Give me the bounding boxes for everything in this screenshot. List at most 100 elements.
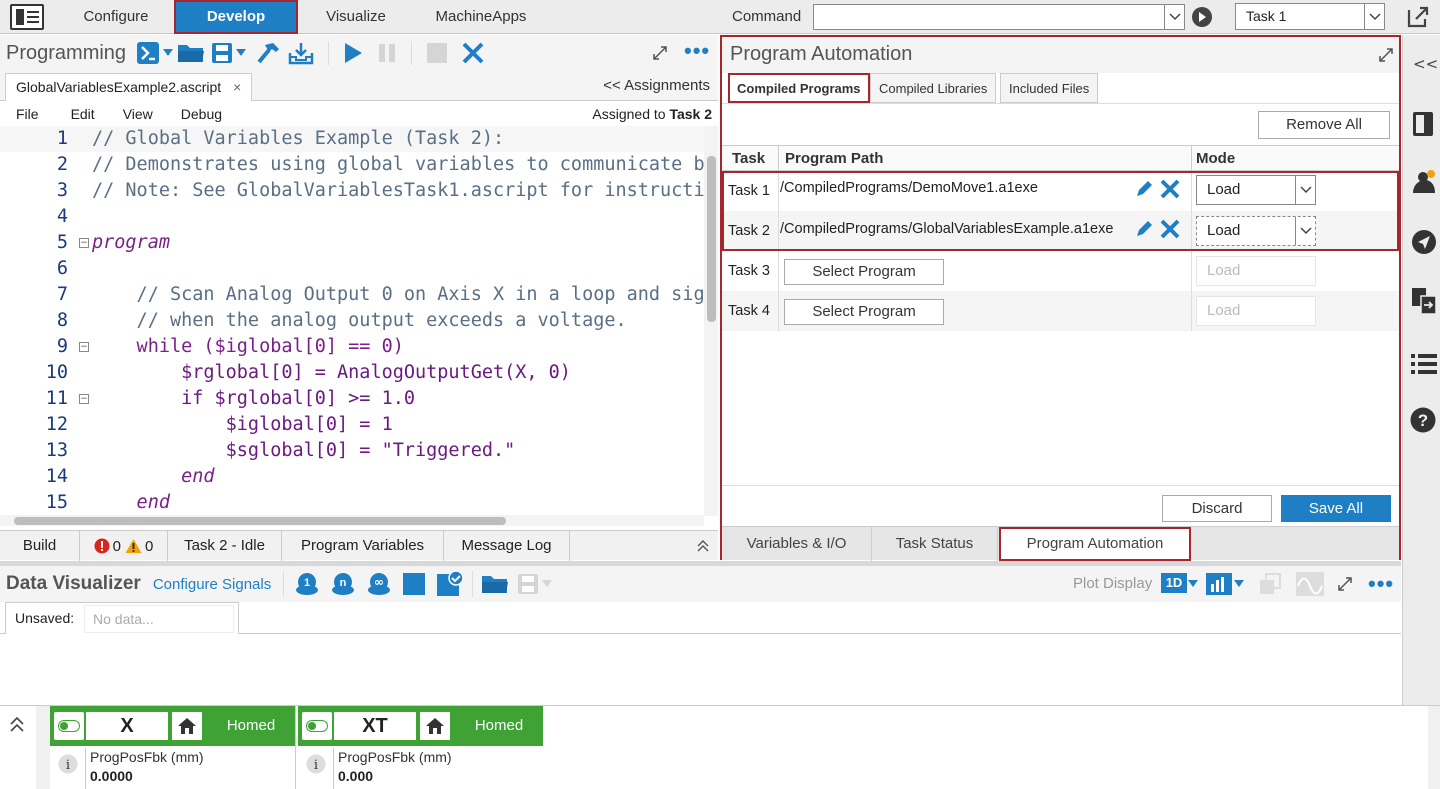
mode-select[interactable]: Load [1196,216,1316,246]
double-chevron-up-icon[interactable] [10,716,24,732]
home-icon[interactable] [172,712,202,740]
code-editor[interactable]: 1 // Global Variables Example (Task 2): 2… [0,126,718,526]
help-icon[interactable]: ? [1410,407,1436,433]
tab-program-automation[interactable]: Program Automation [999,527,1191,561]
scroll-right-icon[interactable] [1428,706,1440,789]
info-icon[interactable]: i [58,754,78,774]
tab-variables-io[interactable]: Variables & I/O [722,527,872,561]
collect-once-icon[interactable]: 1 [294,571,320,597]
discard-button[interactable]: Discard [1162,495,1272,522]
expand-icon[interactable] [652,45,668,61]
navigate-icon[interactable] [1411,229,1437,255]
program-variables-tab[interactable]: Program Variables [282,531,444,561]
horizontal-scrollbar[interactable] [0,515,704,526]
compile-icon[interactable] [136,41,160,65]
enable-toggle-icon[interactable] [54,712,84,740]
tab-machineapps[interactable]: MachineApps [414,0,548,34]
fold-icon[interactable]: − [79,342,89,352]
close-icon[interactable]: × [233,79,241,95]
chevron-down-icon[interactable] [1364,4,1384,29]
collapse-icon[interactable]: << [1413,55,1438,73]
build-hammer-icon[interactable] [256,41,282,65]
vertical-scrollbar[interactable] [704,126,718,516]
tab-included-files[interactable]: Included Files [1000,73,1099,103]
more-icon[interactable]: ••• [684,40,710,62]
run-icon[interactable] [343,42,363,64]
expand-icon[interactable] [1378,47,1394,63]
chevron-down-icon[interactable] [163,49,174,57]
mode-select[interactable]: Load [1196,175,1316,205]
assignments-button[interactable]: << Assignments [603,77,710,94]
message-log-tab[interactable]: Message Log [444,531,570,561]
build-tab[interactable]: Build [0,531,80,561]
alert-user-icon[interactable] [1411,169,1437,195]
waveform-icon[interactable] [1296,572,1324,596]
menu-debug[interactable]: Debug [181,106,222,122]
problems-tab[interactable]: 0 0 [80,531,168,561]
check-document-icon[interactable] [436,570,464,598]
axis-name[interactable]: X [86,712,168,740]
file-tab[interactable]: GlobalVariablesExample2.ascript × [5,73,253,101]
info-icon[interactable]: i [306,754,326,774]
file-transfer-icon[interactable] [1411,287,1437,315]
chevron-down-icon[interactable] [1164,5,1184,29]
remove-x-icon[interactable] [1160,179,1180,199]
popout-icon[interactable] [1406,5,1430,29]
stop-collection-icon[interactable] [402,572,426,596]
signal-set-input[interactable]: No data... [84,605,234,633]
command-input[interactable] [813,4,1185,30]
enable-toggle-icon[interactable] [302,712,332,740]
menu-edit[interactable]: Edit [71,106,95,122]
pause-icon[interactable] [377,42,397,64]
plot-area[interactable] [0,634,1401,705]
expand-icon[interactable] [1337,576,1353,592]
tab-configure[interactable]: Configure [62,0,170,34]
edit-pencil-icon[interactable] [1134,219,1154,239]
axis-name[interactable]: XT [334,712,416,740]
scroll-left-icon[interactable] [36,706,50,789]
double-chevron-up-icon[interactable] [697,540,709,552]
menu-file[interactable]: File [16,106,39,122]
copy-icon[interactable] [1258,572,1282,596]
task-select[interactable]: Task 1 [1235,3,1385,30]
chevron-down-icon[interactable] [1234,580,1244,588]
save-all-button[interactable]: Save All [1281,495,1391,522]
download-tray-icon[interactable] [288,41,314,65]
plot-dimension-button[interactable]: 1D [1161,573,1187,593]
run-command-icon[interactable] [1191,6,1213,28]
abort-icon[interactable] [462,42,484,64]
signal-set-tab[interactable]: Unsaved: No data... [5,602,239,635]
stop-icon[interactable] [426,42,448,64]
select-program-button[interactable]: Select Program [784,259,944,285]
bar-chart-icon[interactable] [1206,573,1232,595]
fold-icon[interactable]: − [79,238,89,248]
open-folder-icon[interactable] [177,42,205,64]
tab-task-status[interactable]: Task Status [872,527,998,561]
panel-icon[interactable] [1411,111,1435,137]
collect-continuous-icon[interactable]: ∞ [366,571,392,597]
remove-all-button[interactable]: Remove All [1258,111,1390,139]
tab-compiled-programs[interactable]: Compiled Programs [728,73,870,103]
home-icon[interactable] [420,712,450,740]
save-icon[interactable] [211,42,233,64]
menu-view[interactable]: View [123,106,153,122]
task-status-tab[interactable]: Task 2 - Idle [168,531,282,561]
collect-n-icon[interactable]: n [330,571,356,597]
menu-icon[interactable] [10,4,44,30]
mode-select[interactable]: Load [1196,296,1316,326]
tab-visualize[interactable]: Visualize [306,0,406,34]
edit-pencil-icon[interactable] [1134,179,1154,199]
mode-select[interactable]: Load [1196,256,1316,286]
tab-compiled-libraries[interactable]: Compiled Libraries [870,73,997,103]
configure-signals-link[interactable]: Configure Signals [153,576,271,593]
remove-x-icon[interactable] [1160,219,1180,239]
chevron-down-icon[interactable] [542,580,553,588]
chevron-down-icon[interactable] [236,49,247,57]
more-icon[interactable]: ••• [1368,573,1394,595]
tab-develop[interactable]: Develop [174,0,298,34]
chevron-down-icon[interactable] [1188,580,1198,588]
list-icon[interactable] [1411,353,1437,375]
save-icon[interactable] [517,573,539,595]
fold-icon[interactable]: − [79,394,89,404]
select-program-button[interactable]: Select Program [784,299,944,325]
